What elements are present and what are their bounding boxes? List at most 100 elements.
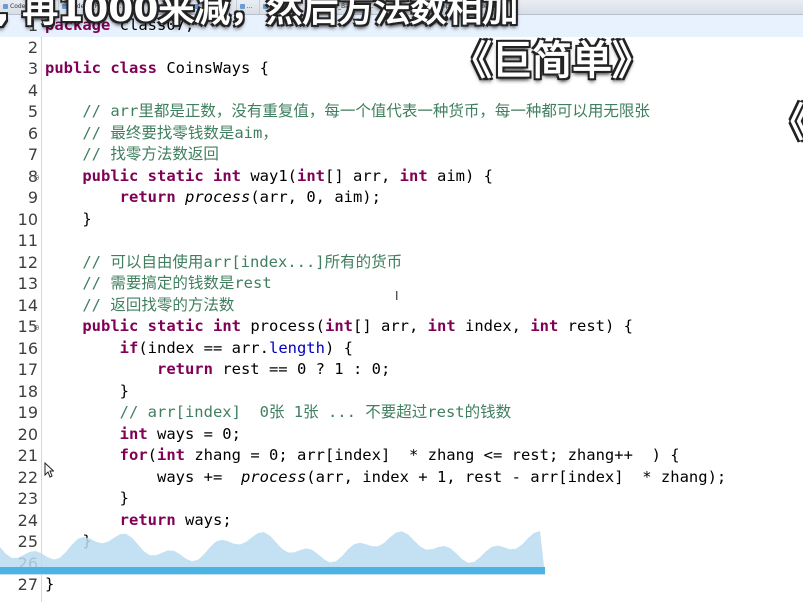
code-line[interactable]: 15 ⊖ public static int process(int[] arr,… [0,316,803,338]
line-number: 21 [17,446,38,465]
line-number: 27 [17,575,38,594]
code-token: [] arr, [325,166,400,185]
code-token: // arr[index] 0张 1张 ... 不要超过rest的钱数 [45,403,512,421]
code-text: // 需要搞定的钱数是rest [45,273,272,295]
mouse-pointer-icon [44,462,54,478]
code-line[interactable]: 11 [0,230,803,252]
code-token: static [147,166,204,185]
code-token: ) { [324,338,353,357]
code-line[interactable]: 10 } [0,209,803,231]
code-line[interactable]: 8 ⊖ public static int way1(int[] arr, int… [0,166,803,188]
code-line[interactable]: 12 // 可以自由使用arr[index...]所有的货币 [0,252,803,274]
code-text: // arr里都是正数，没有重复值，每一个值代表一种货币，每一种都可以用无限张 [45,101,650,123]
code-token: int [297,166,326,185]
code-line[interactable]: 7 // 找零方法数返回 [0,144,803,166]
code-line[interactable]: 21 for(int zhang = 0; arr[index] * zhang… [0,445,803,467]
code-token: ( [147,446,157,464]
code-token: rest) { [558,317,633,335]
code-line[interactable]: 6 // 最终要找零钱数是aim， [0,123,803,145]
code-token: process( [241,317,326,335]
code-token: (index == arr. [138,338,269,357]
code-token: int [213,317,242,335]
code-line[interactable]: 27} [0,574,803,596]
code-text: } [45,209,92,231]
code-token: // 返回找零的方法数 [45,295,235,314]
line-number: 13 [17,274,38,293]
line-number: 9 [27,188,38,207]
code-line[interactable]: 2 [0,37,803,59]
line-number: 4 [27,80,38,100]
code-token: int [399,166,428,185]
code-token: static [147,317,204,335]
code-text: int ways = 0; [45,424,241,446]
code-token: return [156,360,213,378]
fold-toggle-icon[interactable]: ⊖ [33,324,40,332]
code-token: public [45,59,101,77]
code-text: // arr[index] 0张 1张 ... 不要超过rest的钱数 [45,402,511,424]
code-line[interactable]: 16 if(index == arr.length) { [0,338,803,360]
line-number: 7 [27,145,38,164]
code-token: class [110,59,158,77]
code-token: [] arr, [353,317,428,335]
code-line[interactable]: 9 return process(arr, 0, aim); [0,187,803,209]
code-line[interactable]: 4 [0,80,803,102]
video-caption-subtitle: 《巨简单》 [452,38,652,84]
code-token: } [45,209,92,228]
code-text: } [45,381,129,403]
line-number: 14 [17,295,38,315]
code-token: // 需要搞定的钱数是rest [45,274,272,292]
line-number: 10 [17,209,38,229]
line-number: 12 [17,252,38,272]
line-number: 6 [27,123,38,143]
code-token: int [427,317,456,335]
code-token: way1( [241,166,298,185]
code-token: // arr里都是正数，没有重复值，每一个值代表一种货币，每一种都可以用无限张 [45,102,650,120]
code-text: return process(arr, 0, aim); [45,187,381,209]
code-line[interactable]: 18 } [0,381,803,403]
code-line[interactable]: 22 ways += process(arr, index + 1, rest … [0,467,803,489]
line-number: 20 [17,424,38,444]
code-token: ways += [45,467,241,486]
code-text: public class CoinsWays { [45,58,269,80]
code-text: for(int zhang = 0; arr[index] * zhang <=… [45,445,680,467]
code-line[interactable]: 14 // 返回找零的方法数 [0,295,803,317]
video-caption-edge: 《 [770,90,803,148]
line-number: 5 [27,102,38,121]
code-text: if(index == arr.length) { [45,338,353,360]
code-token: int [157,446,185,464]
code-text: public static int way1(int[] arr, int ai… [45,166,493,188]
code-line[interactable]: 3 public class CoinsWays { [0,58,803,80]
fold-toggle-icon[interactable]: ⊖ [33,173,40,182]
line-number: 11 [17,231,38,250]
code-line[interactable]: 17 return rest == 0 ? 1 : 0; [0,359,803,381]
code-token: int [213,166,242,185]
audio-waveform-overlay [0,531,545,575]
code-line[interactable]: 13 // 需要搞定的钱数是rest [0,273,803,295]
code-text: // 可以自由使用arr[index...]所有的货币 [45,252,402,274]
code-token: return [119,188,176,206]
code-text: public static int process(int[] arr, int… [45,316,633,338]
code-token: public [82,317,139,335]
line-number: 19 [17,403,38,422]
code-line[interactable]: 23 } [0,488,803,510]
code-token: aim) { [427,166,493,185]
code-line[interactable]: 19 // arr[index] 0张 1张 ... 不要超过rest的钱数 [0,402,803,424]
code-token: int [530,317,559,335]
code-token: if [119,338,139,357]
code-token: (arr, index + 1, rest - arr[index] * zha… [306,467,727,486]
code-text: // 最终要找零钱数是aim， [45,123,278,145]
code-token: for [119,446,148,464]
code-editor[interactable]: 1 package class07; 2 3 public class CoinsWay… [0,15,803,596]
code-line[interactable]: 5 // arr里都是正数，没有重复值，每一个值代表一种货币，每一种都可以用无限… [0,101,803,123]
code-token: int [119,424,148,443]
code-token: (arr, 0, aim); [250,188,381,206]
code-token: index, [455,317,531,335]
code-line[interactable]: 20 int ways = 0; [0,424,803,446]
